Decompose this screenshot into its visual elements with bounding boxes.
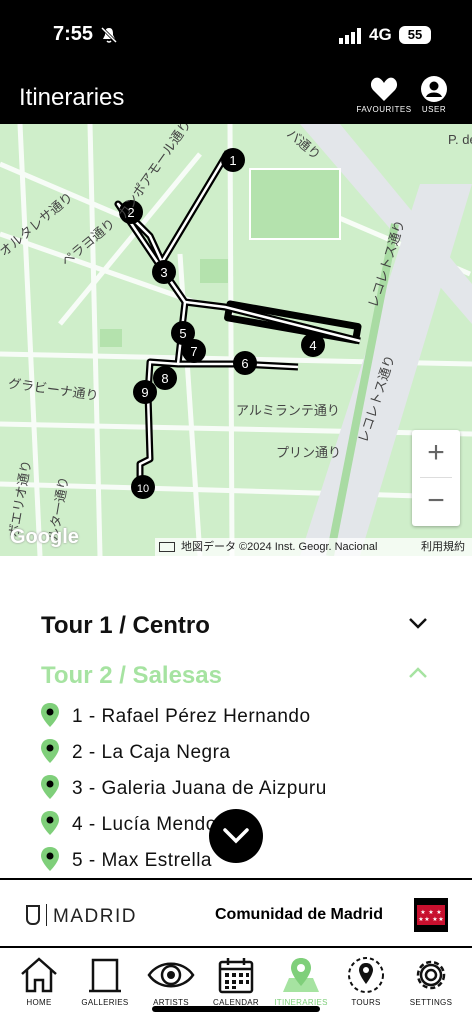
calendar-icon [218, 958, 254, 994]
sponsor-logos: MADRID Comunidad de Madrid ★ ★ ★ ★ ★ ★ ★ [0, 878, 472, 948]
chevron-down-icon[interactable] [408, 616, 428, 630]
map-marker-label: 9 [141, 385, 148, 400]
terms-link[interactable]: 利用規約 [421, 538, 465, 556]
status-bar: 7:55 4G 55 [0, 0, 472, 72]
scroll-down-button[interactable] [209, 809, 263, 863]
page-title: Itineraries [19, 84, 125, 111]
nav-galleries[interactable]: GALLERIES [72, 956, 138, 1007]
tour-stop-label: 5 - Max Estrella [72, 850, 212, 871]
svg-text:★: ★ [432, 916, 437, 923]
tour-stop-item[interactable]: 3 - Galeria Juana de Aizpuru [40, 774, 460, 804]
map-marker-label: 10 [137, 483, 149, 495]
map-marker-label: 4 [309, 338, 316, 353]
comunidad-flag-icon: ★ ★ ★ ★ ★ ★ ★ [414, 898, 448, 932]
tour-stop-label: 2 - La Caja Negra [72, 742, 231, 763]
comunidad-logo-text: Comunidad de Madrid [215, 906, 383, 923]
tour-1-header[interactable]: Tour 1 / Centro [41, 612, 210, 640]
nav-tours[interactable]: TOURS [333, 956, 399, 1007]
location-pin-icon [41, 703, 59, 727]
street-label: P. de [448, 132, 472, 147]
svg-text:★: ★ [418, 916, 423, 923]
map-marker-6[interactable]: 6 [233, 351, 257, 375]
home-icon [21, 957, 57, 993]
madrid-logo: MADRID [26, 904, 137, 928]
nav-settings[interactable]: SETTINGS [398, 956, 464, 1007]
status-time: 7:55 [53, 23, 94, 45]
svg-text:★: ★ [420, 909, 425, 916]
map-canvas: 1 2 3 4 5 7 6 8 9 10 [0, 124, 472, 556]
nav-itineraries[interactable]: ITINERARIES [268, 956, 334, 1007]
tour-stop-item[interactable]: 1 - Rafael Pérez Hernando [40, 702, 460, 732]
map-marker-label: 1 [229, 153, 236, 168]
bell-muted-icon [100, 26, 118, 44]
bottom-nav: HOME GALLERIES ARTISTS CALENDAR ITINERAR… [0, 948, 472, 1024]
tour-stop-label: 3 - Galeria Juana de Aizpuru [72, 778, 327, 799]
map-marker-10[interactable]: 10 [131, 475, 155, 499]
svg-text:★: ★ [438, 916, 443, 923]
chevron-down-icon [223, 828, 249, 844]
chevron-up-icon[interactable] [408, 666, 428, 680]
location-pin-icon [41, 739, 59, 763]
favourites-label: FAVOURITES [356, 105, 412, 114]
svg-text:★: ★ [436, 909, 441, 916]
zoom-out-button[interactable]: − [412, 478, 460, 526]
map-marker-3[interactable]: 3 [152, 260, 176, 284]
nav-calendar[interactable]: CALENDAR [203, 956, 269, 1007]
map-marker-1[interactable]: 1 [221, 148, 245, 172]
nav-label: TOURS [351, 998, 381, 1007]
map-pin-icon [283, 958, 319, 992]
map-marker-4[interactable]: 4 [301, 333, 325, 357]
map-view[interactable]: 1 2 3 4 5 7 6 8 9 10 カンポアモール通り オルタレサ通り ペ… [0, 124, 472, 556]
eye-icon [147, 962, 195, 988]
location-pin-icon [41, 775, 59, 799]
street-label: プリン通り [276, 445, 342, 460]
user-button[interactable]: USER [416, 76, 452, 114]
keyboard-icon[interactable] [159, 542, 175, 553]
heart-icon [370, 77, 398, 101]
user-icon [421, 76, 447, 102]
map-marker-label: 5 [179, 326, 186, 341]
tour-stop-label: 1 - Rafael Pérez Hernando [72, 706, 311, 727]
nav-label: GALLERIES [81, 998, 129, 1007]
user-label: USER [421, 105, 447, 114]
nav-artists[interactable]: ARTISTS [138, 956, 204, 1007]
location-pin-icon [41, 847, 59, 871]
zoom-divider [420, 477, 452, 478]
network-type: 4G [369, 25, 392, 44]
battery-icon: 55 [399, 26, 431, 44]
zoom-control: + − [412, 430, 460, 526]
tour-pin-icon [348, 957, 384, 993]
location-pin-icon [41, 811, 59, 835]
map-marker-label: 6 [241, 356, 248, 371]
map-marker-8[interactable]: 8 [153, 366, 177, 390]
madrid-crest-icon [26, 905, 40, 925]
nav-label: SETTINGS [409, 998, 453, 1007]
map-marker-label: 3 [160, 265, 167, 280]
map-marker-label: 7 [190, 344, 197, 359]
battery-level: 55 [407, 27, 423, 42]
madrid-logo-text: MADRID [53, 906, 137, 927]
logo-divider [46, 904, 47, 926]
gallery-icon [89, 958, 121, 993]
map-marker-7[interactable]: 7 [182, 339, 206, 363]
app-header: Itineraries FAVOURITES USER [0, 72, 472, 124]
map-marker-label: 8 [161, 371, 168, 386]
svg-text:★: ★ [424, 916, 429, 923]
tour-stop-item[interactable]: 2 - La Caja Negra [40, 738, 460, 768]
tours-list: Tour 1 / Centro Tour 2 / Salesas 1 - Raf… [0, 556, 472, 878]
map-attribution: 地図データ ©2024 Inst. Geogr. Nacional 利用規約 [155, 538, 472, 556]
google-logo: Google [10, 526, 79, 548]
gear-icon [416, 960, 446, 990]
street-label: アルミランテ通り [236, 403, 340, 418]
zoom-in-button[interactable]: + [412, 430, 460, 478]
favourites-button[interactable]: FAVOURITES [355, 76, 413, 114]
map-marker-9[interactable]: 9 [133, 380, 157, 404]
svg-text:★: ★ [428, 909, 433, 916]
nav-home[interactable]: HOME [6, 956, 72, 1007]
nav-label: HOME [26, 998, 52, 1007]
attribution-text: 地図データ ©2024 Inst. Geogr. Nacional [181, 541, 378, 553]
home-indicator [152, 1006, 320, 1012]
tour-2-header[interactable]: Tour 2 / Salesas [41, 662, 222, 690]
signal-icon [339, 28, 361, 44]
